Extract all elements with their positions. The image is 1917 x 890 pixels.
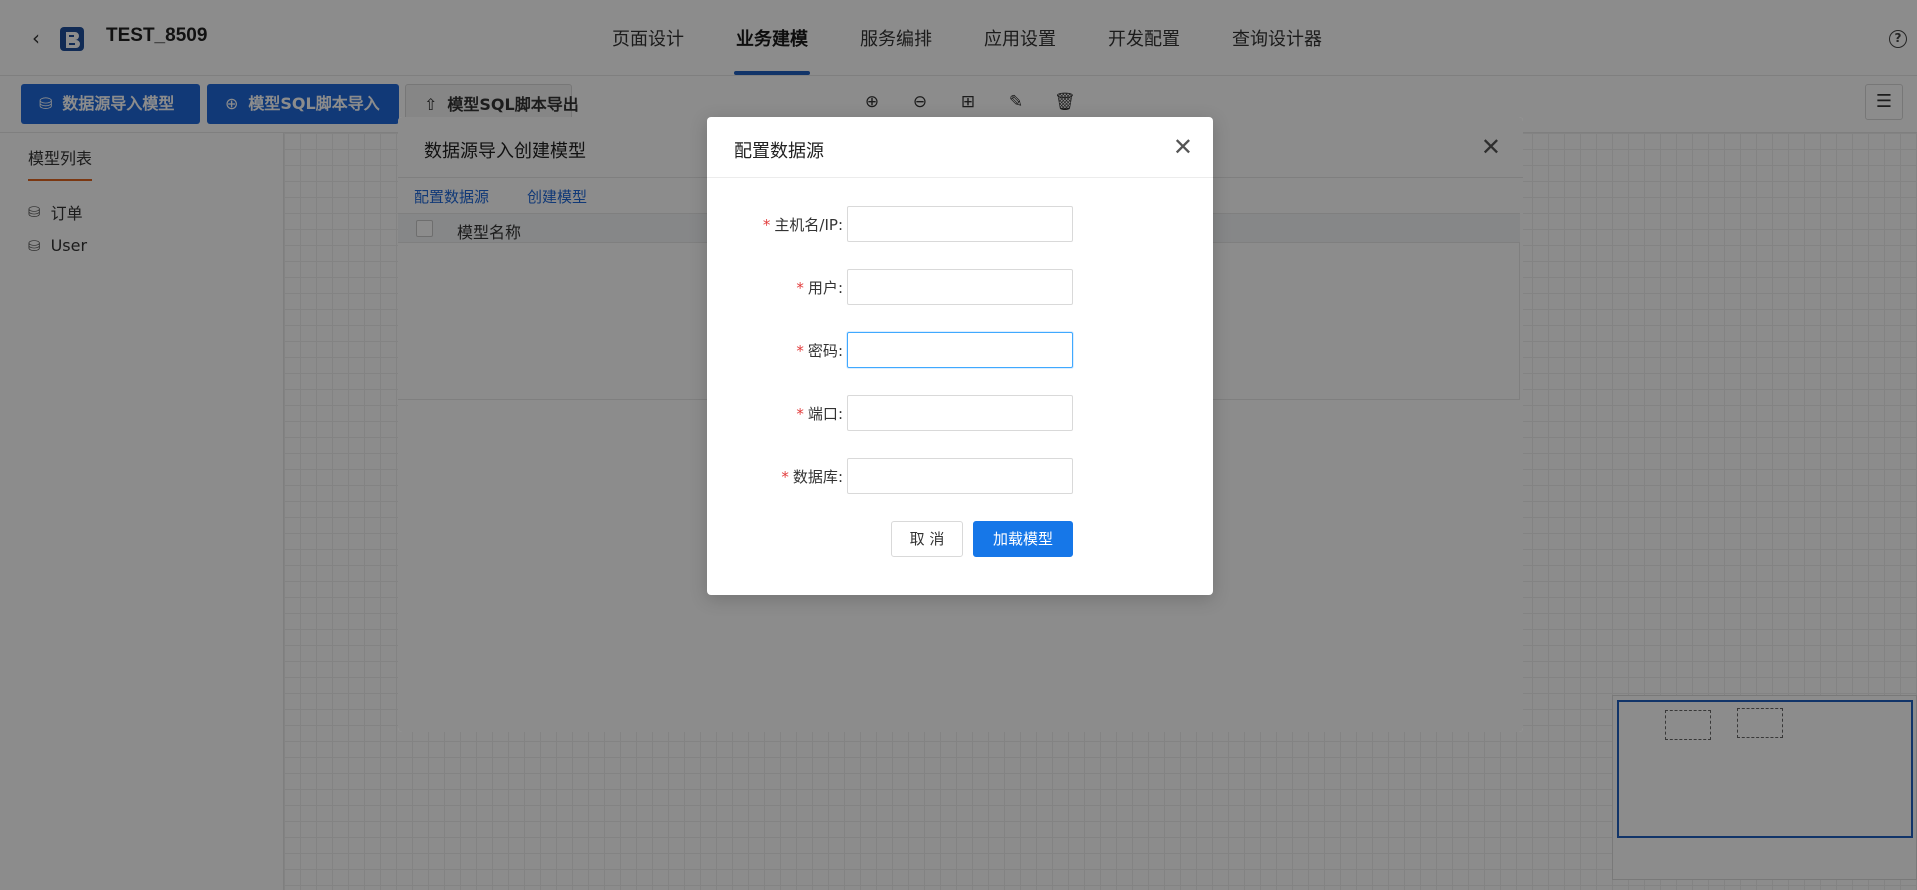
configure-datasource-modal: 配置数据源 ✕ * 主机名/IP: * 用户: * 密码: * 端口: * 数据库: 取 … [707, 117, 1213, 595]
database-label-text: 数据库 [792, 468, 838, 486]
password-label: * 密码: [796, 340, 843, 361]
form-row-port: * 端口: [707, 395, 1213, 431]
load-model-button[interactable]: 加载模型 [973, 521, 1073, 557]
label-colon: : [837, 468, 843, 486]
port-label: * 端口: [796, 403, 843, 424]
form-row-password: * 密码: [707, 332, 1213, 368]
port-label-text: 端口 [807, 405, 838, 423]
password-label-text: 密码 [807, 342, 838, 360]
user-input[interactable] [847, 269, 1073, 305]
form-row-database: * 数据库: [707, 458, 1213, 494]
divider [707, 177, 1213, 178]
required-mark: * [781, 468, 789, 486]
label-colon: : [837, 405, 843, 423]
password-input[interactable] [847, 332, 1073, 368]
required-mark: * [796, 279, 804, 297]
user-label-text: 用户 [807, 279, 838, 297]
host-label: * 主机名/IP: [763, 214, 843, 235]
cancel-button[interactable]: 取 消 [891, 521, 963, 557]
database-label: * 数据库: [781, 466, 843, 487]
label-colon: : [837, 279, 843, 297]
port-input[interactable] [847, 395, 1073, 431]
form-row-user: * 用户: [707, 269, 1213, 305]
form-row-host: * 主机名/IP: [707, 206, 1213, 242]
host-label-text: 主机名/IP [774, 216, 838, 234]
user-label: * 用户: [796, 277, 843, 298]
config-modal-title: 配置数据源 [734, 141, 824, 162]
required-mark: * [762, 216, 771, 234]
close-icon[interactable]: ✕ [1173, 133, 1193, 161]
required-mark: * [796, 342, 804, 360]
host-ip-input[interactable] [847, 206, 1073, 242]
label-colon: : [837, 342, 843, 360]
required-mark: * [796, 405, 804, 423]
label-colon: : [837, 216, 843, 234]
database-input[interactable] [847, 458, 1073, 494]
